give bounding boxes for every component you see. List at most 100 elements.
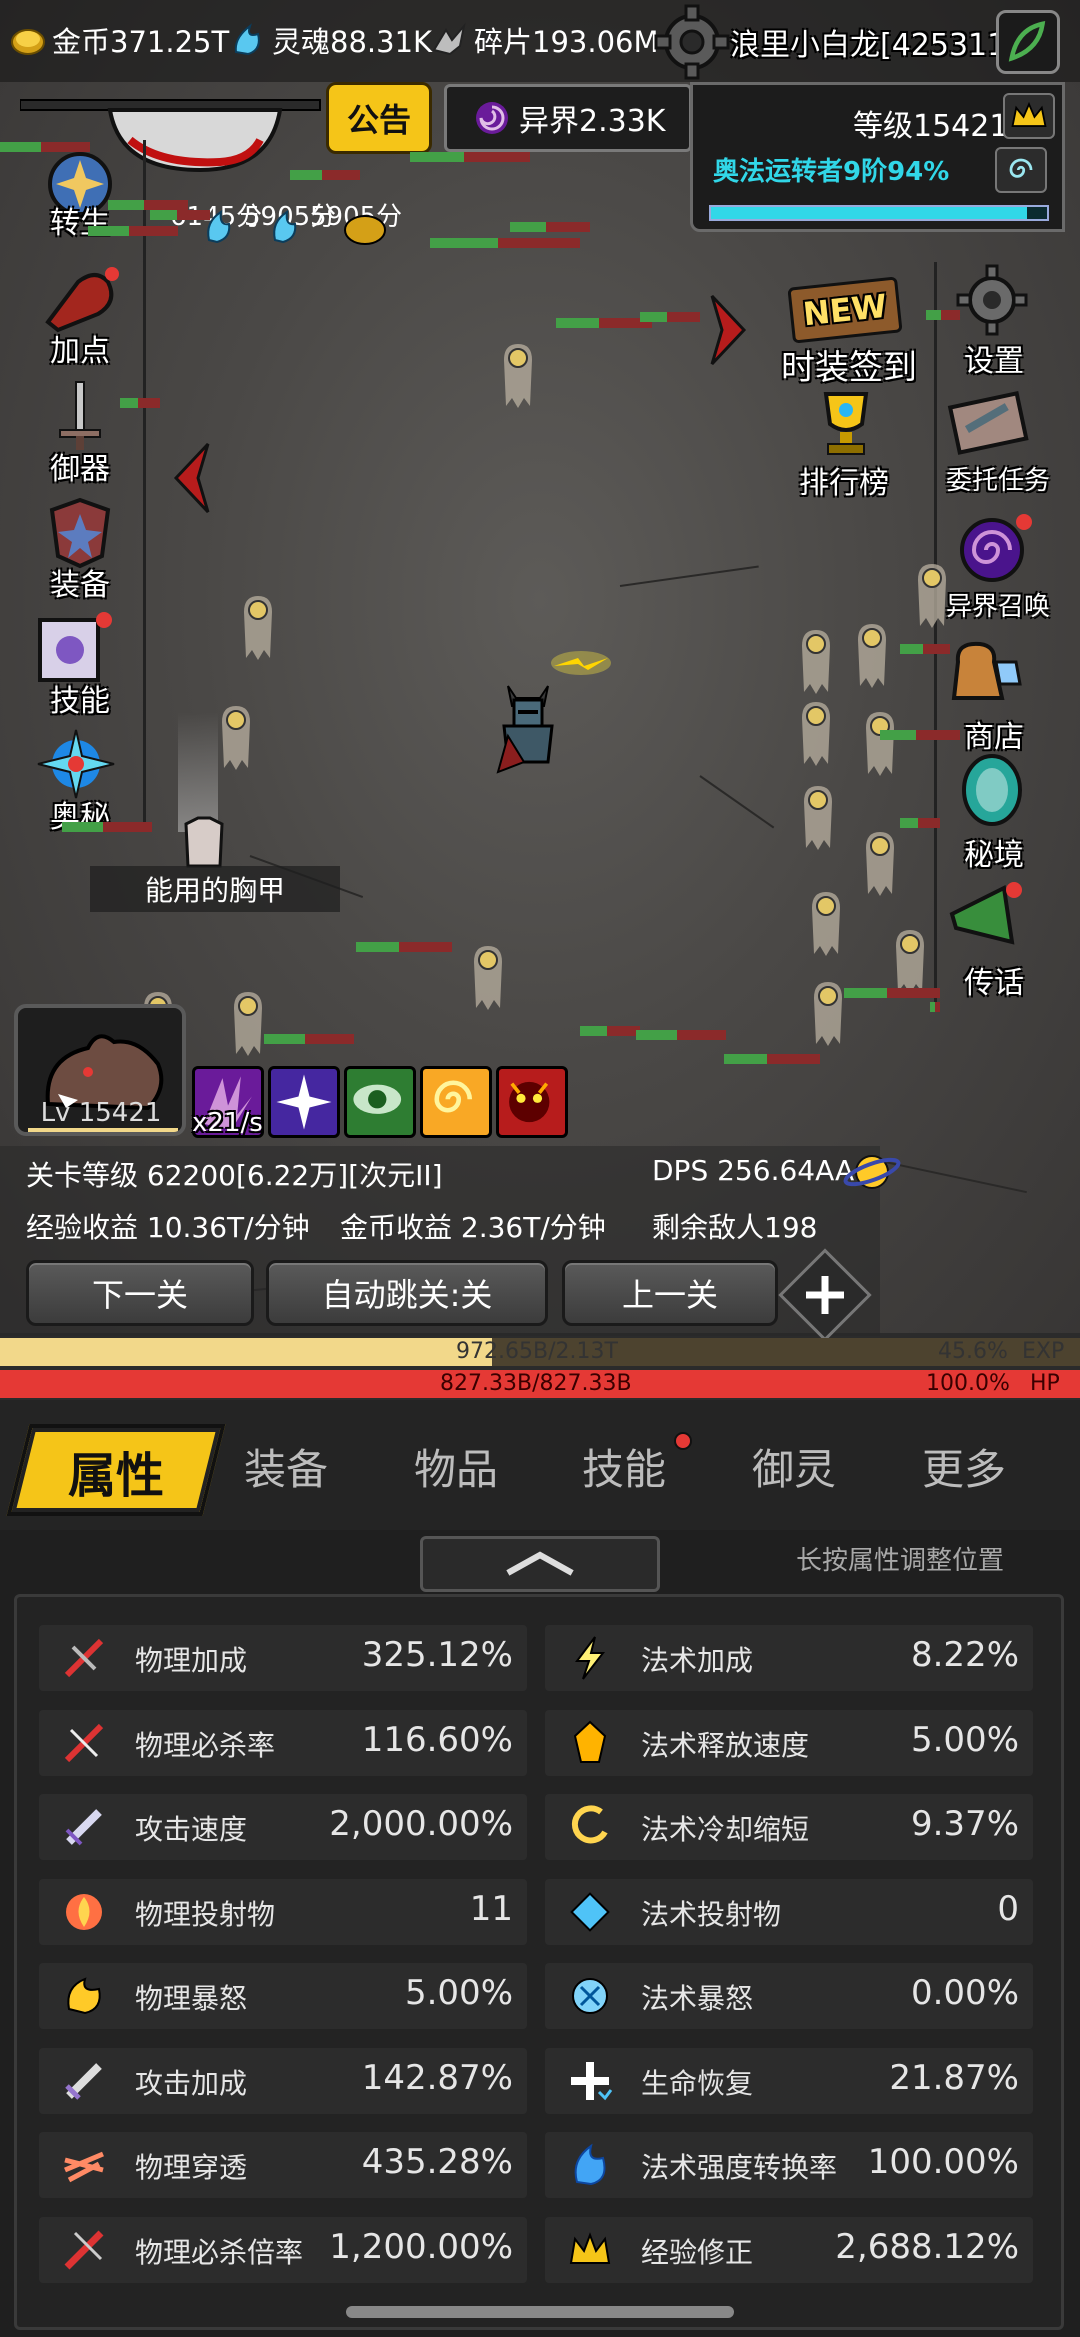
stat-row[interactable]: 物理必杀率 116.60%: [39, 1709, 527, 1776]
stat-row[interactable]: 攻击加成 142.87%: [39, 2047, 527, 2114]
stat-name: 物理加成: [135, 1644, 248, 1677]
crown-icon: [569, 2231, 611, 2264]
arcane-progress-fill: [711, 207, 1027, 219]
gear-icon[interactable]: [652, 2, 732, 82]
leaf-icon: [1008, 20, 1046, 62]
green-eye-icon: [353, 1084, 402, 1114]
auto-skip-button[interactable]: 自动跳关:关: [266, 1260, 548, 1326]
home-indicator[interactable]: [346, 2306, 734, 2318]
enemy-hp-bar: [120, 398, 160, 408]
fire-projectile-icon: [66, 1893, 102, 1930]
skill-slot-2[interactable]: [268, 1066, 340, 1138]
stat-value: 5.00%: [910, 1719, 1019, 1760]
stat-value: 325.12%: [361, 1635, 513, 1675]
otherworld-counter[interactable]: 异界2.33K: [444, 84, 692, 152]
arcane-button[interactable]: [995, 147, 1047, 193]
planet-icon[interactable]: [842, 1146, 902, 1198]
hp-value: 827.33B/827.33B: [440, 1371, 632, 1396]
stat-row[interactable]: 法术投射物 0: [545, 1878, 1033, 1945]
stat-row[interactable]: 物理加成 325.12%: [39, 1625, 527, 1691]
collapse-button[interactable]: [420, 1536, 660, 1592]
stat-name: 物理投射物: [135, 1897, 276, 1931]
stat-row[interactable]: 法术强度转换率 100.00%: [545, 2132, 1033, 2198]
stat-row[interactable]: 物理穿透 435.28%: [39, 2132, 527, 2198]
slash-icon: [64, 1638, 104, 1678]
skill-scroll-icon: [38, 612, 112, 682]
stat-value: 1,200.00%: [329, 2226, 513, 2267]
arcane-title: 奥法运转者9阶94%: [713, 157, 950, 187]
ghost-enemy-icon: [802, 702, 830, 766]
stat-row[interactable]: 法术暴怒 0.00%: [545, 1963, 1033, 2029]
stat-row[interactable]: 攻击速度 2,000.00%: [39, 1794, 527, 1860]
skill-slot-3[interactable]: [344, 1066, 416, 1138]
ghost-enemy-icon: [866, 712, 894, 776]
otherworld-summon-label: 异界召唤: [945, 592, 1050, 622]
stat-name: 生命恢复: [641, 2066, 754, 2100]
vip-button[interactable]: [1003, 93, 1055, 139]
tab-items[interactable]: 物品: [386, 1436, 526, 1497]
magic-rage-icon: [572, 1978, 608, 2014]
tab-skills[interactable]: 技能: [554, 1436, 694, 1497]
stat-row[interactable]: 生命恢复 21.87%: [545, 2047, 1033, 2114]
stat-name: 法术投射物: [641, 1897, 782, 1931]
hp-label: HP: [1030, 1371, 1060, 1396]
stat-name: 法术强度转换率: [641, 2151, 838, 2184]
stat-value: 0.00%: [910, 1973, 1019, 2013]
stat-row[interactable]: 物理暴怒 5.00%: [39, 1963, 527, 2029]
ghost-enemy-icon: [812, 892, 840, 956]
hero-portrait[interactable]: Lv 15421: [14, 1004, 186, 1136]
enemy-hp-bar: [150, 210, 210, 220]
tab-equipment[interactable]: 装备: [216, 1436, 356, 1497]
stat-row[interactable]: 经验修正 2,688.12%: [545, 2216, 1033, 2283]
crown-icon: [1011, 101, 1047, 127]
dps-value: DPS 256.64AA: [652, 1154, 855, 1187]
enemy-hp-bar: [900, 818, 940, 828]
enemy-hp-bar: [264, 1034, 354, 1044]
stat-row[interactable]: 物理必杀倍率 1,200.00%: [39, 2216, 527, 2283]
stat-value: 9.37%: [910, 1804, 1019, 1844]
chest-armor-icon: [184, 816, 224, 868]
enemy-hp-bar: [640, 312, 700, 322]
stat-row[interactable]: 法术释放速度 5.00%: [545, 1709, 1033, 1776]
next-stage-button[interactable]: 下一关: [26, 1260, 254, 1326]
enemy-hp-bar: [108, 200, 188, 210]
stat-name: 物理必杀率: [135, 1728, 276, 1762]
stage-level: 关卡等级 62200[6.22万][次元II]: [26, 1159, 443, 1192]
stat-value: 100.00%: [867, 2142, 1019, 2182]
stat-value: 0: [997, 1888, 1019, 1929]
tab-spirits[interactable]: 御灵: [724, 1436, 864, 1497]
battle-field: 金币371.25T 灵魂88.31K 碎片193.06M 浪里小白龙[42531…: [0, 0, 1080, 1342]
arcane-progress-bar: [709, 205, 1049, 221]
glowing-bird-icon: [551, 651, 611, 675]
summon-vortex-icon: [960, 514, 1032, 582]
ground-crack: [619, 565, 759, 587]
prev-stage-button[interactable]: 上一关: [562, 1260, 778, 1326]
tab-more[interactable]: 更多: [894, 1436, 1034, 1497]
stat-name: 物理必杀倍率: [135, 2235, 304, 2269]
shard-icon: [432, 22, 466, 56]
drop-item-label[interactable]: 能用的胸甲: [90, 866, 340, 912]
hp-percent: 100.0%: [926, 1371, 1010, 1396]
stat-row[interactable]: 法术冷却缩短 9.37%: [545, 1794, 1033, 1860]
next-stage-label: 下一关: [91, 1276, 188, 1314]
skill-slot-4[interactable]: [420, 1066, 492, 1138]
costume-checkin-label: 时装签到: [781, 348, 917, 388]
enemy-hp-bar: [410, 152, 530, 162]
stat-value: 2,000.00%: [329, 1804, 513, 1844]
crit-slash-icon: [64, 1723, 104, 1762]
skill-slot-5[interactable]: [496, 1066, 568, 1138]
portal-icon: [962, 754, 1022, 826]
scroll-right-arrow-icon[interactable]: [704, 292, 752, 368]
exp-value: 972.65B/2.13T: [456, 1339, 618, 1364]
stat-row[interactable]: 物理投射物 11: [39, 1878, 527, 1945]
stat-row[interactable]: 法术加成 8.22%: [545, 1625, 1033, 1691]
dropped-orbs-icon: [207, 210, 386, 245]
stats-grid: 物理加成 325.12% 物理必杀率 116.60% 攻击速度 2,000.00% 物理投射…: [14, 1594, 1064, 2330]
notice-button[interactable]: 公告: [326, 82, 432, 154]
stat-value: 2,688.12%: [835, 2226, 1019, 2267]
notice-label: 公告: [346, 101, 411, 139]
scroll-left-arrow-icon[interactable]: [168, 440, 216, 516]
heal-icon: [571, 2061, 613, 2100]
settings-gear-icon: [956, 264, 1028, 336]
guild-button[interactable]: [996, 10, 1060, 74]
